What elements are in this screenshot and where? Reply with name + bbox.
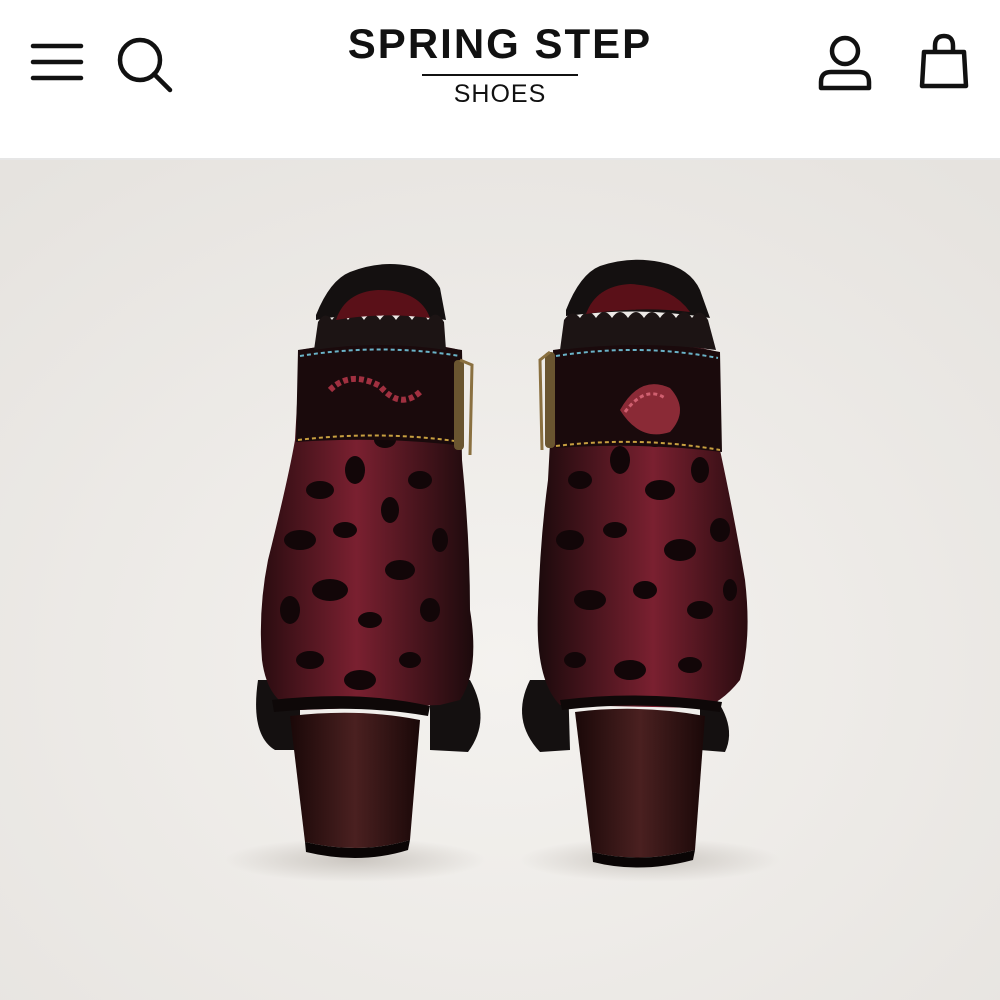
logo-divider <box>422 74 578 76</box>
site-header: SPRING STEP SHOES <box>0 0 1000 160</box>
search-icon <box>117 37 173 93</box>
boots-photo <box>0 160 1000 1000</box>
search-button[interactable] <box>116 36 174 94</box>
bag-button[interactable] <box>918 32 970 90</box>
brand-logo[interactable]: SPRING STEP SHOES <box>300 20 700 120</box>
product-image[interactable] <box>0 160 1000 1000</box>
menu-button[interactable] <box>30 40 84 84</box>
logo-sub-text: SHOES <box>453 80 547 108</box>
user-icon <box>818 35 872 91</box>
hamburger-menu-icon <box>30 43 84 81</box>
account-button[interactable] <box>816 34 874 92</box>
logo-main-text: SPRING STEP <box>347 20 653 67</box>
shopping-bag-icon <box>919 33 969 89</box>
